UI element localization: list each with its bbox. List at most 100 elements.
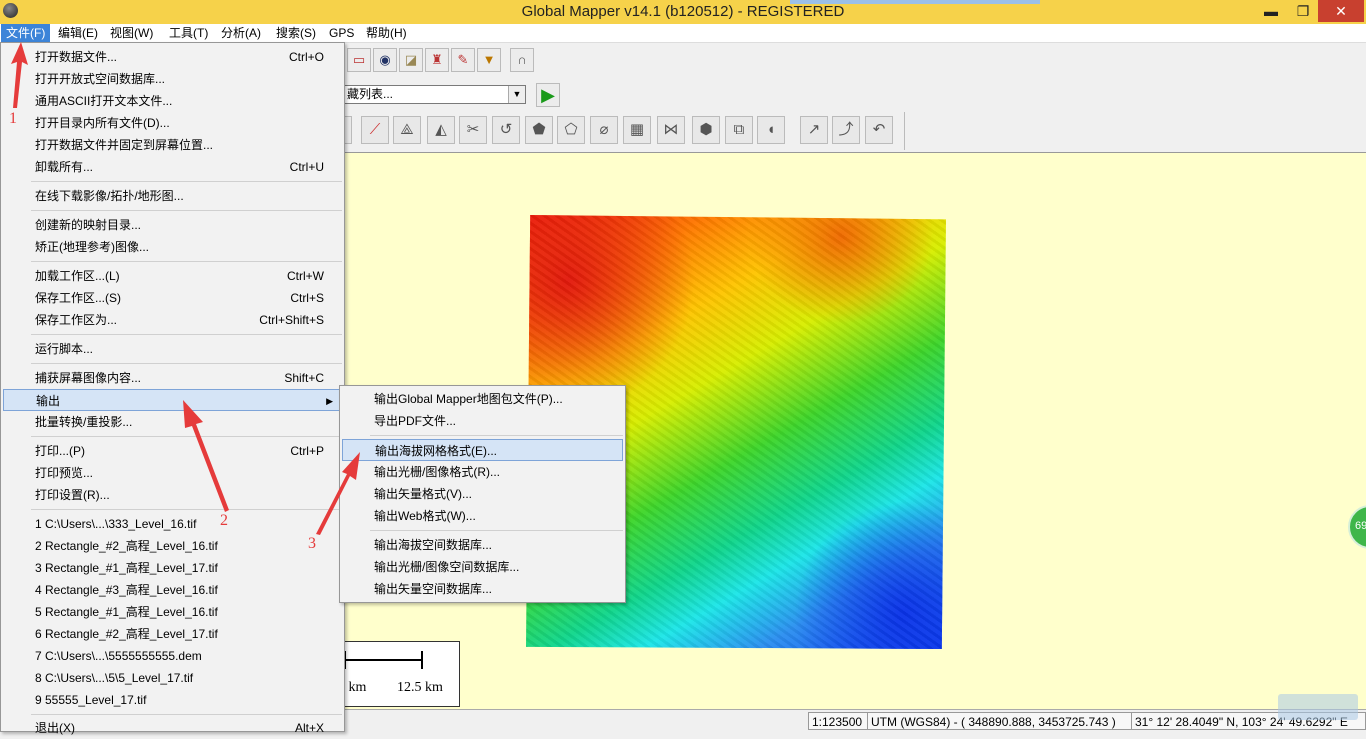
recent-file-6[interactable]: 6 Rectangle_#2_高程_Level_17.tif (3, 623, 342, 645)
menu-help[interactable]: 帮助(H) (361, 24, 412, 42)
menu-open-directory[interactable]: 打开目录内所有文件(D)... (3, 112, 342, 134)
pen-icon[interactable]: ✎ (451, 48, 475, 72)
menu-item-label: 输出海拔空间数据库... (374, 538, 493, 552)
menu-print-setup[interactable]: 打印设置(R)... (3, 484, 342, 506)
recent-file-8[interactable]: 8 C:\Users\...\5\5_Level_17.tif (3, 667, 342, 689)
recent-file-3[interactable]: 3 Rectangle_#1_高程_Level_17.tif (3, 557, 342, 579)
menu-separator (31, 261, 342, 262)
recent-file-1[interactable]: 1 C:\Users\...\333_Level_16.tif (3, 513, 342, 535)
maximize-button[interactable]: ❐ (1288, 0, 1318, 22)
export-web[interactable]: 输出Web格式(W)... (342, 505, 623, 527)
export-elevation-db[interactable]: 输出海拔空间数据库... (342, 534, 623, 556)
recent-file-5[interactable]: 5 Rectangle_#1_高程_Level_16.tif (3, 601, 342, 623)
menu-item-label: 7 C:\Users\...\5555555555.dem (35, 649, 202, 663)
menu-create-map-catalog[interactable]: 创建新的映射目录... (3, 214, 342, 236)
menu-run-script[interactable]: 运行脚本... (3, 338, 342, 360)
redo-line-icon[interactable]: ↗ (800, 116, 828, 144)
export-vector[interactable]: 输出矢量格式(V)... (342, 483, 623, 505)
menu-export[interactable]: 输出 ▶ (3, 389, 342, 411)
terrain-icon[interactable]: ◪ (399, 48, 423, 72)
menu-open-fixed-position[interactable]: 打开数据文件并固定到屏幕位置... (3, 134, 342, 156)
menu-item-label: 导出PDF文件... (374, 414, 457, 428)
export-raster-image[interactable]: 输出光栅/图像格式(R)... (342, 461, 623, 483)
menu-analysis[interactable]: 分析(A) (216, 24, 266, 42)
submenu-arrow-icon: ▶ (326, 396, 333, 406)
menu-capture-screen[interactable]: 捕获屏幕图像内容... Shift+C (3, 367, 342, 389)
menu-rectify-image[interactable]: 矫正(地理参考)图像... (3, 236, 342, 258)
magnet-icon[interactable]: ∩ (510, 48, 534, 72)
menu-separator (370, 530, 623, 531)
scale-bar-line (344, 659, 422, 661)
menu-item-label: 捕获屏幕图像内容... (35, 371, 142, 385)
export-gmp-package[interactable]: 输出Global Mapper地图包文件(P)... (342, 388, 623, 410)
chevron-down-icon[interactable]: ▼ (508, 86, 525, 103)
menu-exit[interactable]: 退出(X) Alt+X (3, 717, 342, 739)
play-icon[interactable]: ▶ (536, 83, 560, 107)
menu-item-label: 打印预览... (35, 466, 94, 480)
export-elevation-grid[interactable]: 输出海拔网格格式(E)... (342, 439, 623, 461)
layer-select[interactable]: 藏列表... ▼ (344, 85, 526, 104)
recent-file-4[interactable]: 4 Rectangle_#3_高程_Level_16.tif (3, 579, 342, 601)
undo-icon[interactable]: ↶ (865, 116, 893, 144)
dropdown-arrow-icon[interactable]: ▼ (477, 48, 501, 72)
split-line-icon[interactable]: ✂ (459, 116, 487, 144)
smooth-icon[interactable]: ◖ (757, 116, 785, 144)
edit-vertex-icon[interactable]: ⟁ (393, 116, 421, 144)
menu-item-shortcut: Ctrl+O (288, 50, 324, 64)
rotate-icon[interactable]: ↺ (492, 116, 520, 144)
menu-item-label: 输出Global Mapper地图包文件(P)... (374, 392, 563, 406)
minimize-button[interactable]: ▬ (1256, 0, 1286, 22)
menu-gps[interactable]: GPS (324, 24, 359, 42)
menu-item-shortcut: Ctrl+U (289, 160, 324, 174)
file-menu: 打开数据文件... Ctrl+O 打开开放式空间数据库... 通用ASCII打开文… (0, 42, 345, 735)
menu-edit[interactable]: 编辑(E) (53, 24, 103, 42)
menu-item-label: 加载工作区...(L) (35, 269, 120, 283)
menu-print-preview[interactable]: 打印预览... (3, 462, 342, 484)
export-vector-db[interactable]: 输出矢量空间数据库... (342, 578, 623, 600)
menu-unload-all[interactable]: 卸载所有... Ctrl+U (3, 156, 342, 178)
menu-search[interactable]: 搜索(S) (271, 24, 321, 42)
network-icon[interactable]: ⋈ (657, 116, 685, 144)
tower-icon[interactable]: ♜ (425, 48, 449, 72)
close-button[interactable]: ✕ (1318, 0, 1364, 22)
menu-item-shortcut: Shift+C (284, 371, 324, 385)
menu-print[interactable]: 打印...(P) Ctrl+P (3, 440, 342, 462)
menu-tools[interactable]: 工具(T) (164, 24, 213, 42)
menu-file[interactable]: 文件(F) (1, 24, 51, 42)
menu-separator (31, 714, 342, 715)
export-pdf[interactable]: 导出PDF文件... (342, 410, 623, 432)
combine-icon[interactable]: ⧉ (725, 116, 753, 144)
menu-batch-convert[interactable]: 批量转换/重投影... (3, 411, 342, 433)
menu-view[interactable]: 视图(W) (105, 24, 158, 42)
zoom-search-icon[interactable]: ◉ (373, 48, 397, 72)
menu-save-workspace-as[interactable]: 保存工作区为... Ctrl+Shift+S (3, 309, 342, 331)
menu-bar: 文件(F) 编辑(E) 视图(W) 工具(T) 分析(A) 搜索(S) GPS … (0, 24, 1366, 43)
fill-area-icon[interactable]: ⬢ (692, 116, 720, 144)
menu-open-spatial-db[interactable]: 打开开放式空间数据库... (3, 68, 342, 90)
draw-line-icon[interactable]: ⟋ (361, 116, 389, 144)
menu-separator (370, 435, 623, 436)
export-raster-db[interactable]: 输出光栅/图像空间数据库... (342, 556, 623, 578)
menu-item-label: 运行脚本... (35, 342, 94, 356)
menu-item-shortcut: Ctrl+P (290, 444, 324, 458)
menu-item-label: 1 C:\Users\...\333_Level_16.tif (35, 517, 197, 531)
move-area-icon[interactable]: ⬟ (525, 116, 553, 144)
menu-load-workspace[interactable]: 加载工作区...(L) Ctrl+W (3, 265, 342, 287)
arrow-up-right-icon[interactable]: ⤴ (832, 116, 860, 144)
menu-download-online[interactable]: 在线下载影像/拓扑/地形图... (3, 185, 342, 207)
grid-area-icon[interactable]: ▦ (623, 116, 651, 144)
menu-item-label: 批量转换/重投影... (35, 415, 133, 429)
area-shape-icon[interactable]: ◭ (427, 116, 455, 144)
menu-open-ascii[interactable]: 通用ASCII打开文本文件... (3, 90, 342, 112)
cut-area-icon[interactable]: ⌀ (590, 116, 618, 144)
recent-file-7[interactable]: 7 C:\Users\...\5555555555.dem (3, 645, 342, 667)
layer-select-value: 藏列表... (347, 87, 394, 101)
recent-file-9[interactable]: 9 55555_Level_17.tif (3, 689, 342, 711)
reshape-icon[interactable]: ⬠ (557, 116, 585, 144)
menu-open-data-file[interactable]: 打开数据文件... Ctrl+O (3, 46, 342, 68)
menu-save-workspace[interactable]: 保存工作区...(S) Ctrl+S (3, 287, 342, 309)
recent-file-2[interactable]: 2 Rectangle_#2_高程_Level_16.tif (3, 535, 342, 557)
measure-icon[interactable]: ▭ (347, 48, 371, 72)
menu-item-label: 打印设置(R)... (35, 488, 110, 502)
menu-item-label: 矫正(地理参考)图像... (35, 240, 149, 254)
